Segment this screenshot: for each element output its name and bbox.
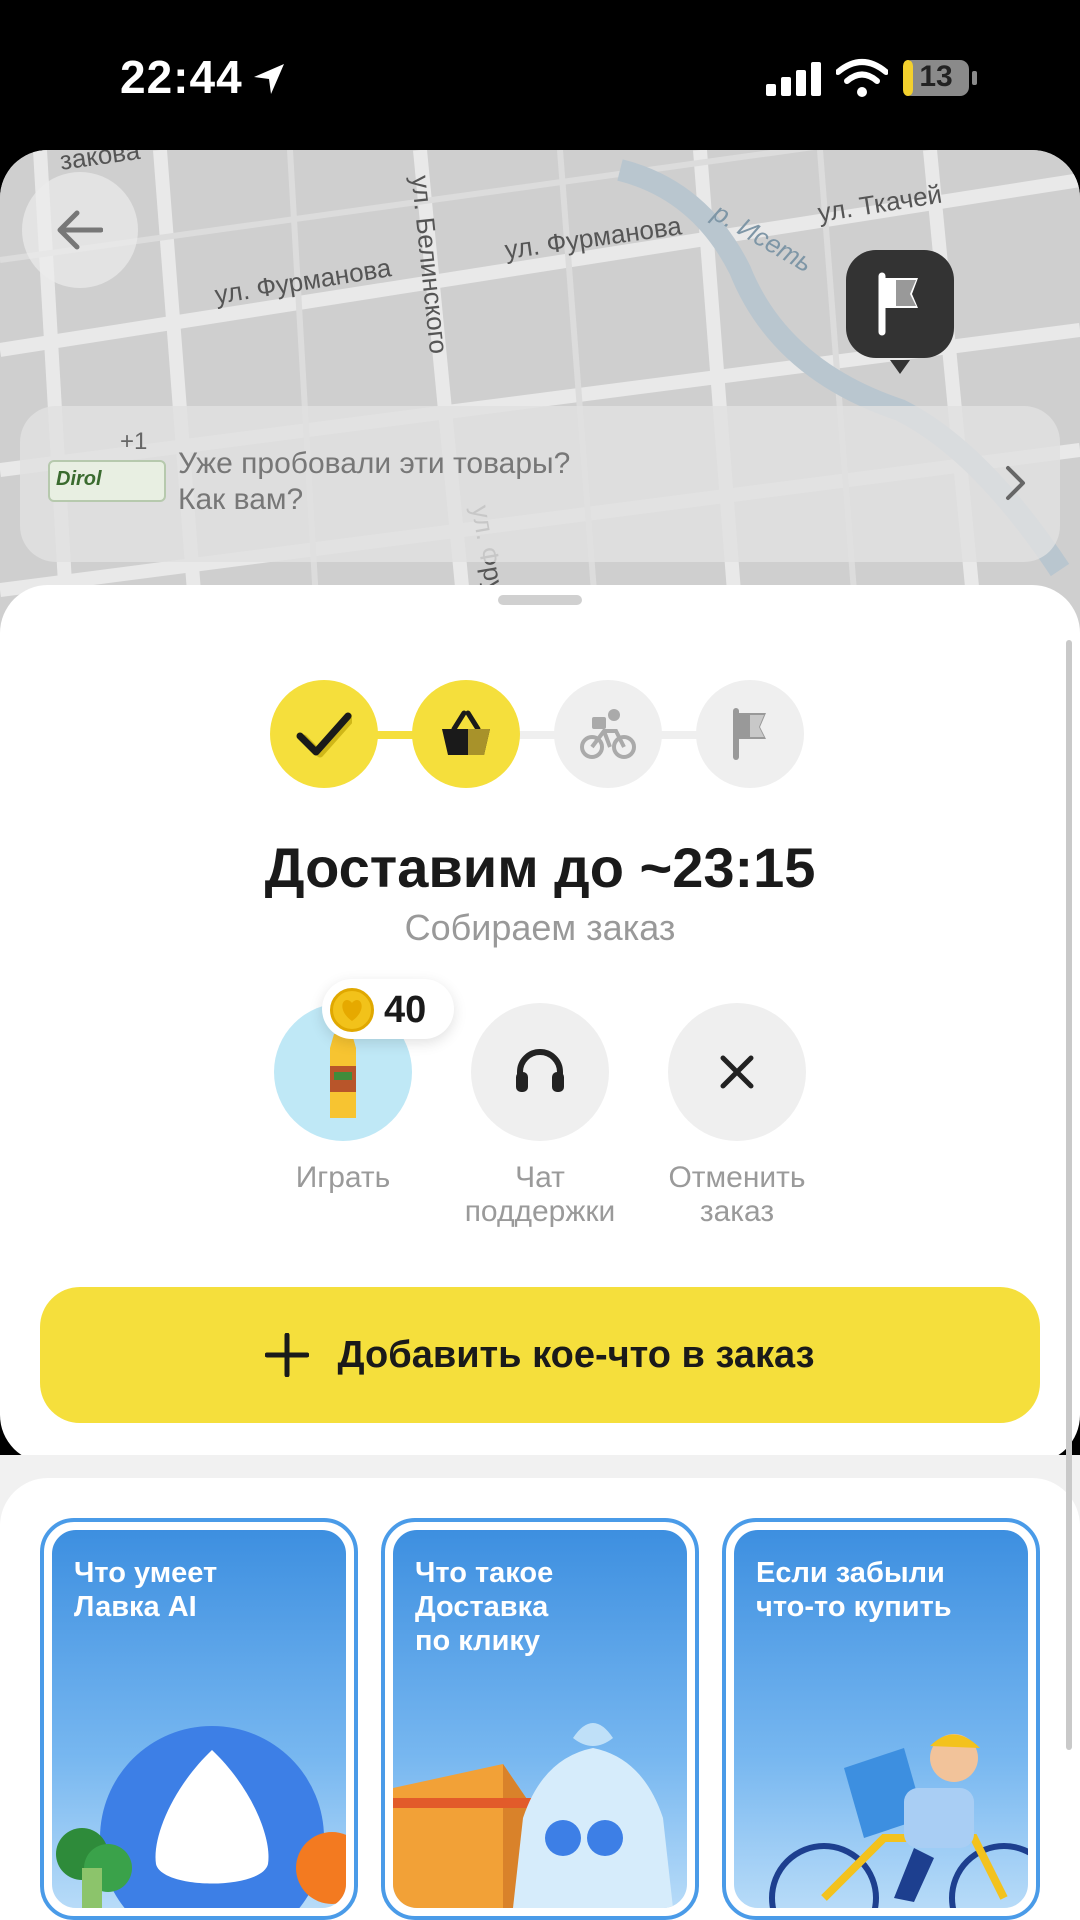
add-to-order-button[interactable]: Добавить кое-что в заказ [40, 1287, 1040, 1423]
extra-items-count: +1 [120, 428, 148, 455]
story-card-inner: Если забыли что-то купить [731, 1527, 1031, 1911]
story-title: Что такое Доставка по клику [415, 1556, 685, 1658]
story-title-line1: Если забыли [756, 1557, 945, 1589]
scrollbar[interactable] [1066, 640, 1072, 1750]
product-thumbnail-brand: Dirol [56, 468, 102, 490]
cyclist-icon [580, 709, 636, 759]
story-card-inner: Что умеет Лавка AI [49, 1527, 349, 1911]
support-chat-label-line1: Чат [515, 1161, 565, 1194]
flag-icon [733, 708, 766, 760]
close-icon [720, 1055, 754, 1089]
support-chat-label-line2: поддержки [464, 1195, 616, 1228]
story-card-delivery-by-click[interactable]: Что такое Доставка по клику [381, 1518, 699, 1920]
alice-assistant-illustration [56, 1726, 346, 1908]
story-title: Если забыли что-то купить [756, 1556, 1026, 1624]
status-bar: 22:44 13 [0, 0, 1080, 155]
story-title-line2: что-то купить [756, 1591, 952, 1623]
support-chat-button[interactable]: Чат поддержки [445, 1003, 635, 1229]
story-title: Что умеет Лавка AI [74, 1556, 344, 1624]
story-title-line1: Что умеет [74, 1557, 218, 1589]
sheet-grabber[interactable] [498, 595, 582, 605]
heart-coin-icon [330, 988, 374, 1032]
story-title-line3: по клику [415, 1625, 541, 1657]
arrow-left-icon [57, 210, 103, 250]
order-status-text: Собираем заказ [404, 907, 676, 948]
eta-title: Доставим до ~23:15 [264, 836, 816, 899]
destination-flag-icon[interactable] [846, 250, 954, 378]
story-card-inner: Что такое Доставка по клику [390, 1527, 690, 1911]
story-card-forgot-to-buy[interactable]: Если забыли что-то купить [722, 1518, 1040, 1920]
story-title-line2: Доставка [415, 1591, 549, 1623]
step-confirmed [270, 680, 378, 788]
review-prompt-text: Уже пробовали эти товары? Как вам? [178, 446, 878, 518]
headset-icon [516, 1049, 564, 1092]
story-title-line1: Что такое [415, 1557, 554, 1589]
basket-icon [442, 710, 490, 755]
delivery-bag-illustration [393, 1723, 673, 1908]
cancel-order-label: Отменить заказ [642, 1161, 832, 1229]
cancel-order-label-line2: заказ [699, 1195, 775, 1228]
step-courier [554, 680, 662, 788]
step-delivered [696, 680, 804, 788]
plus-icon [265, 1333, 310, 1377]
chevron-right-icon [1006, 466, 1025, 500]
order-progress [270, 680, 810, 790]
back-button[interactable] [22, 172, 138, 288]
check-icon [296, 712, 352, 758]
story-title-line2: Лавка AI [74, 1591, 197, 1623]
product-thumbnail: Dirol [48, 460, 166, 502]
order-status-sheet: Доставим до ~23:15 Собираем заказ Играть… [0, 585, 1080, 1463]
wifi-icon [836, 59, 888, 97]
status-time: 22:44 [120, 51, 243, 103]
play-label: Играть [295, 1161, 391, 1194]
support-chat-circle[interactable] [471, 1003, 609, 1141]
cancel-order-button[interactable]: Отменить заказ [642, 1003, 832, 1229]
courier-bike-illustration [769, 1734, 1028, 1908]
battery-level: 13 [919, 60, 953, 93]
story-card-lavka-ai[interactable]: Что умеет Лавка AI [40, 1518, 358, 1920]
step-assembling [412, 680, 520, 788]
location-arrow-icon [254, 64, 284, 94]
coins-badge: 40 [322, 979, 454, 1039]
coins-count: 40 [384, 989, 427, 1031]
cancel-order-label-line1: Отменить [668, 1161, 806, 1194]
cellular-signal-icon [766, 62, 821, 96]
add-to-order-label: Добавить кое-что в заказ [337, 1333, 815, 1376]
support-chat-label: Чат поддержки [445, 1161, 635, 1229]
review-prompt-line2: Как вам? [178, 483, 304, 516]
cancel-order-circle[interactable] [668, 1003, 806, 1141]
review-prompt-card[interactable]: +1 Dirol Уже пробовали эти товары? Как в… [20, 406, 1060, 562]
review-prompt-line1: Уже пробовали эти товары? [178, 447, 571, 480]
